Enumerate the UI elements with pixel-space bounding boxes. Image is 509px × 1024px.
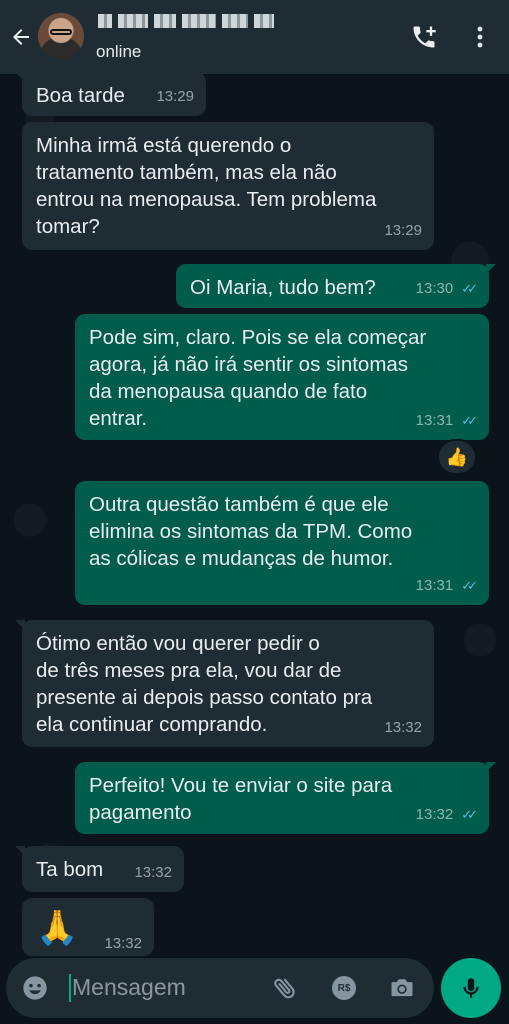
message-text: Outra questão também é que ele elimina o…: [89, 493, 413, 570]
message-time: 13:32 ✓✓: [416, 801, 478, 828]
add-call-icon[interactable]: [409, 22, 439, 52]
message-time: 13:32: [384, 719, 422, 736]
message-time: 13:30 ✓✓: [416, 275, 478, 302]
message-time: 13:29: [384, 222, 422, 239]
message-text: Minha irmã está querendo o tratamento ta…: [36, 134, 377, 238]
message-outgoing[interactable]: Perfeito! Vou te enviar o site para paga…: [75, 762, 496, 834]
thumbs-up-reaction[interactable]: 👍: [437, 439, 477, 475]
read-ticks-icon: ✓✓: [461, 807, 478, 822]
microphone-icon: [463, 978, 479, 998]
message-composer: Mensagem R$: [6, 958, 434, 1018]
back-arrow-icon[interactable]: [6, 22, 36, 52]
read-ticks-icon: ✓✓: [461, 281, 478, 296]
message-incoming[interactable]: Boa tarde 13:29: [15, 72, 206, 116]
message-outgoing[interactable]: Outra questão também é que ele elimina o…: [75, 481, 489, 605]
attachment-icon[interactable]: [270, 973, 300, 1003]
message-text: Ótimo então vou querer pedir o de três m…: [36, 632, 373, 736]
microphone-button[interactable]: [441, 958, 501, 1018]
message-incoming[interactable]: Ótimo então vou querer pedir o de três m…: [15, 620, 434, 747]
message-outgoing[interactable]: Oi Maria, tudo bem? 13:30 ✓✓: [176, 264, 496, 308]
payment-icon[interactable]: R$: [329, 973, 359, 1003]
message-time: 13:29: [156, 88, 194, 105]
message-incoming-emoji[interactable]: 🙏 13:32: [22, 898, 154, 956]
message-time: 13:32: [104, 935, 142, 952]
contact-status: online: [96, 42, 142, 61]
message-time: 13:31 ✓✓: [416, 572, 478, 599]
message-incoming[interactable]: Ta bom 13:32: [15, 846, 184, 892]
message-time: 13:32: [134, 864, 172, 881]
message-incoming[interactable]: Minha irmã está querendo o tratamento ta…: [22, 122, 434, 250]
read-ticks-icon: ✓✓: [461, 413, 478, 428]
text-cursor: [69, 974, 71, 1002]
camera-icon[interactable]: [387, 973, 417, 1003]
emoji-icon[interactable]: [20, 973, 50, 1003]
contact-avatar[interactable]: [38, 13, 84, 59]
more-options-icon[interactable]: [465, 22, 495, 52]
message-outgoing[interactable]: Pode sim, claro. Pois se ela começar ago…: [75, 314, 489, 440]
contact-name-redacted[interactable]: [98, 14, 274, 30]
message-input[interactable]: Mensagem: [72, 974, 186, 1001]
chat-header: online: [0, 0, 509, 74]
message-time: 13:31 ✓✓: [416, 407, 478, 434]
read-ticks-icon: ✓✓: [461, 578, 478, 593]
